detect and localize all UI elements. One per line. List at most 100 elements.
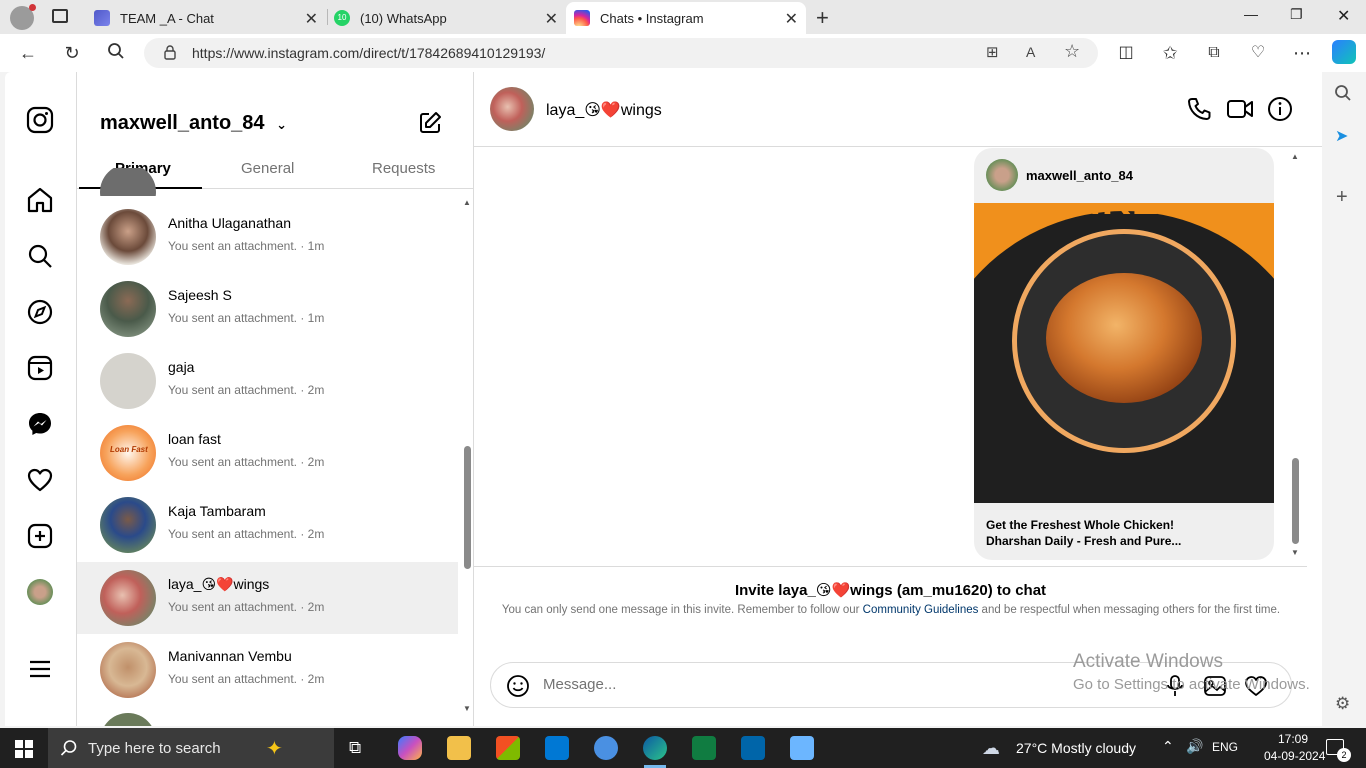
avatar xyxy=(100,642,156,698)
home-icon[interactable] xyxy=(25,185,55,215)
close-tab-icon[interactable]: ✕ xyxy=(785,9,798,29)
conversation-preview: You sent an attachment. · 2m xyxy=(168,672,325,686)
sidebar-settings-gear-icon[interactable]: ⚙ xyxy=(1335,694,1350,714)
taskbar-search-box[interactable]: Type here to search ✦ xyxy=(48,728,334,768)
control-panel-icon[interactable] xyxy=(790,736,814,760)
language-indicator[interactable]: ENG xyxy=(1212,740,1238,754)
browser-essentials-icon[interactable]: ♡ xyxy=(1246,42,1270,64)
profile-avatar-icon[interactable] xyxy=(10,4,36,30)
search-icon[interactable] xyxy=(25,241,55,271)
windows-start-icon[interactable] xyxy=(15,740,33,763)
split-screen-icon[interactable]: ◫ xyxy=(1114,42,1138,64)
file-explorer-icon[interactable] xyxy=(447,736,471,760)
conversation-name: Anitha Ulaganathan xyxy=(168,215,291,231)
video-call-icon[interactable] xyxy=(1226,96,1254,127)
conversation-item[interactable]: Anitha Ulaganathan You sent an attachmen… xyxy=(77,201,458,273)
copilot-taskbar-icon[interactable] xyxy=(398,736,422,760)
reels-icon[interactable] xyxy=(25,353,55,383)
tab-requests[interactable]: Requests xyxy=(372,160,435,177)
minimize-icon[interactable]: — xyxy=(1244,6,1258,22)
clock-date[interactable]: 04-09-2024 xyxy=(1264,749,1325,763)
refresh-icon[interactable]: ↻ xyxy=(60,42,84,64)
url-text[interactable]: https://www.instagram.com/direct/t/17842… xyxy=(192,45,545,61)
shared-post-username[interactable]: maxwell_anto_84 xyxy=(1026,168,1133,183)
window-close-icon[interactable]: ✕ xyxy=(1337,6,1350,26)
new-tab-icon[interactable]: + xyxy=(816,5,829,31)
invite-divider xyxy=(474,566,1307,567)
hidden-icons-chevron-icon[interactable]: ⌃ xyxy=(1162,738,1174,755)
chat-contact-name[interactable]: laya_😘❤️wings xyxy=(546,100,662,120)
community-guidelines-link[interactable]: Community Guidelines xyxy=(863,604,979,616)
restore-icon[interactable]: ❐ xyxy=(1290,6,1303,23)
conversation-name: Kaja Tambaram xyxy=(168,503,266,519)
vscode-icon[interactable] xyxy=(741,736,765,760)
explore-compass-icon[interactable] xyxy=(25,297,55,327)
weather-text[interactable]: 27°C Mostly cloudy xyxy=(1016,740,1136,756)
more-menu-icon[interactable]: ⋯ xyxy=(1290,42,1314,64)
copilot-icon[interactable] xyxy=(1332,40,1356,64)
conversation-item[interactable]: Manivannan Vembu You sent an attachment.… xyxy=(77,634,458,706)
inbox-scrollbar[interactable]: ▲ ▼ xyxy=(460,192,474,726)
close-tab-icon[interactable]: ✕ xyxy=(305,9,318,29)
tab-general[interactable]: General xyxy=(241,160,294,177)
shared-post-card[interactable]: maxwell_anto_84 CHIKEN Get the Freshest … xyxy=(974,148,1274,560)
favorites-icon[interactable]: ✩ xyxy=(1158,42,1182,64)
mail-icon[interactable] xyxy=(545,736,569,760)
tab-whatsapp[interactable]: 10 (10) WhatsApp ✕ xyxy=(326,2,566,34)
search-icon xyxy=(60,739,78,762)
conversation-item[interactable]: gaja You sent an attachment. · 2m xyxy=(77,345,458,417)
new-message-compose-icon[interactable] xyxy=(417,110,443,141)
profile-avatar[interactable] xyxy=(27,579,53,605)
back-icon[interactable]: ← xyxy=(16,42,40,64)
scroll-up-arrow-icon[interactable]: ▲ xyxy=(463,198,471,207)
scroll-down-arrow-icon[interactable]: ▼ xyxy=(463,704,471,713)
loan-fast-logo-text: Loan Fast xyxy=(110,445,148,454)
search-icon[interactable] xyxy=(104,42,128,65)
conversation-item[interactable]: Loan Fast loan fast You sent an attachme… xyxy=(77,417,458,489)
tab-actions-icon[interactable] xyxy=(52,9,68,23)
account-switcher[interactable]: maxwell_anto_84 ⌄ xyxy=(100,112,287,135)
emoji-icon[interactable] xyxy=(506,674,530,703)
chrome-profile-icon[interactable] xyxy=(594,736,618,760)
app-available-icon[interactable]: ⊞ xyxy=(986,43,999,61)
instagram-logo-icon[interactable] xyxy=(25,105,55,135)
microsoft-store-icon[interactable] xyxy=(496,736,520,760)
scroll-up-arrow-icon[interactable]: ▲ xyxy=(1291,152,1299,161)
conversation-info-icon[interactable] xyxy=(1267,96,1293,127)
close-tab-icon[interactable]: ✕ xyxy=(545,9,558,29)
scroll-down-arrow-icon[interactable]: ▼ xyxy=(1291,548,1299,557)
edge-browser-icon[interactable] xyxy=(643,736,667,760)
clock-time[interactable]: 17:09 xyxy=(1278,732,1308,746)
more-menu-icon[interactable] xyxy=(25,654,55,684)
conversation-item[interactable]: Sajeesh S You sent an attachment. · 1m xyxy=(77,273,458,345)
address-bar[interactable]: https://www.instagram.com/direct/t/17842… xyxy=(144,38,1098,68)
telegram-icon[interactable]: ➤ xyxy=(1335,126,1348,146)
conversation-item-selected[interactable]: laya_😘❤️wings You sent an attachment. · … xyxy=(77,562,458,634)
collections-icon[interactable]: ⧉ xyxy=(1202,42,1226,64)
add-sidebar-icon[interactable]: + xyxy=(1336,186,1348,209)
task-view-icon[interactable]: ⧉ xyxy=(349,738,361,758)
favorite-star-icon[interactable]: ☆ xyxy=(1064,41,1080,62)
tab-instagram[interactable]: Chats • Instagram ✕ xyxy=(566,2,806,34)
volume-icon[interactable]: 🔊 xyxy=(1186,738,1203,755)
chat-avatar[interactable] xyxy=(490,87,534,131)
audio-call-icon[interactable] xyxy=(1186,96,1212,127)
create-post-icon[interactable] xyxy=(25,521,55,551)
scrollbar-thumb[interactable] xyxy=(1292,458,1299,544)
chat-scrollbar[interactable]: ▲ ▼ xyxy=(1288,148,1302,566)
lock-icon[interactable] xyxy=(164,45,176,60)
excel-icon[interactable] xyxy=(692,736,716,760)
shared-post-image[interactable]: CHIKEN xyxy=(974,203,1274,503)
sidebar-search-icon[interactable] xyxy=(1334,84,1352,107)
message-input[interactable]: Message... xyxy=(543,676,616,693)
notifications-heart-icon[interactable] xyxy=(25,465,55,495)
tab-teams-chat[interactable]: TEAM _A - Chat ✕ xyxy=(86,2,326,34)
conversation-item[interactable]: Kaja Tambaram You sent an attachment. · … xyxy=(77,489,458,561)
read-aloud-icon[interactable]: A xyxy=(1026,44,1035,60)
account-name: maxwell_anto_84 xyxy=(100,112,265,134)
avatar xyxy=(986,159,1018,191)
scrollbar-thumb[interactable] xyxy=(464,446,471,569)
messenger-icon[interactable] xyxy=(25,409,55,439)
notification-center-icon[interactable]: 2 xyxy=(1326,739,1351,762)
notification-count-badge: 2 xyxy=(1337,748,1351,762)
